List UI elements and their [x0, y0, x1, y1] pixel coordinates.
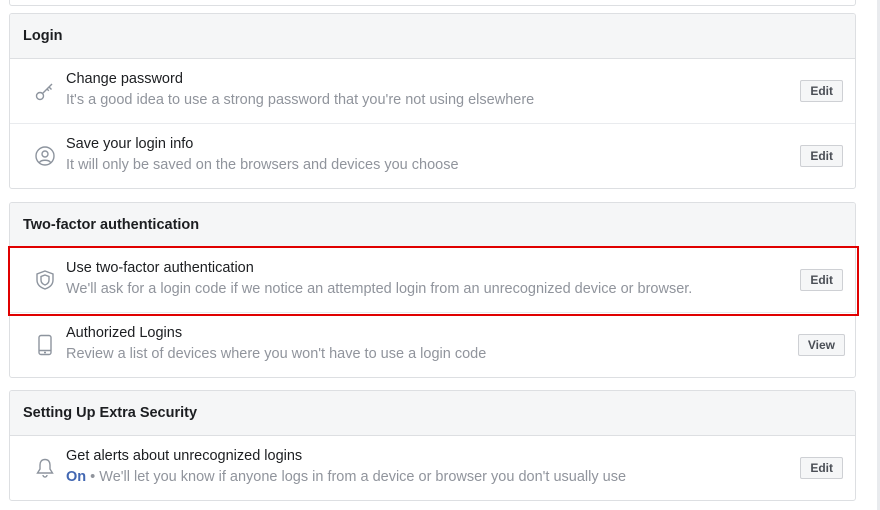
shield-icon — [34, 269, 56, 291]
two-factor-panel: Two-factor authentication Use two-factor… — [9, 202, 856, 378]
save-login-info-desc: It will only be saved on the browsers an… — [66, 157, 459, 173]
user-circle-icon — [34, 145, 56, 167]
two-factor-title: Use two-factor authentication — [66, 260, 254, 276]
key-icon — [34, 80, 56, 102]
authorized-logins-title: Authorized Logins — [66, 325, 183, 341]
phone-icon — [34, 334, 56, 356]
save-login-info-row: Save your login info It will only be sav… — [10, 124, 855, 188]
authorized-logins-view-button[interactable]: View — [797, 334, 845, 356]
two-factor-edit-button[interactable]: Edit — [800, 269, 843, 291]
two-factor-desc: We'll ask for a login code if we notice … — [66, 281, 693, 297]
previous-panel-edge — [9, 0, 856, 6]
save-login-info-title: Save your login info — [66, 136, 194, 152]
section-header-two-factor: Two-factor authentication — [10, 203, 855, 248]
login-alerts-desc-text: • We'll let you know if anyone logs in f… — [86, 469, 627, 485]
bell-icon — [34, 457, 56, 479]
login-alerts-edit-button[interactable]: Edit — [800, 457, 843, 479]
change-password-title: Change password — [66, 71, 183, 87]
status-on-badge: On — [66, 469, 87, 485]
extra-security-panel: Setting Up Extra Security Get alerts abo… — [9, 390, 856, 501]
login-alerts-title: Get alerts about unrecognized logins — [66, 448, 303, 464]
login-alerts-desc: On • We'll let you know if anyone logs i… — [66, 469, 626, 485]
two-factor-row: Use two-factor authentication We'll ask … — [10, 248, 855, 313]
authorized-logins-desc: Review a list of devices where you won't… — [66, 346, 487, 362]
section-header-extra-security: Setting Up Extra Security — [10, 391, 855, 436]
section-header-login: Login — [10, 14, 855, 59]
change-password-edit-button[interactable]: Edit — [800, 80, 843, 102]
save-login-info-edit-button[interactable]: Edit — [800, 145, 843, 167]
authorized-logins-row: Authorized Logins Review a list of devic… — [10, 313, 855, 377]
login-alerts-row: Get alerts about unrecognized logins On … — [10, 436, 855, 500]
change-password-desc: It's a good idea to use a strong passwor… — [66, 92, 535, 108]
change-password-row: Change password It's a good idea to use … — [10, 59, 855, 124]
login-panel: Login Change password It's a good idea t… — [9, 13, 856, 189]
